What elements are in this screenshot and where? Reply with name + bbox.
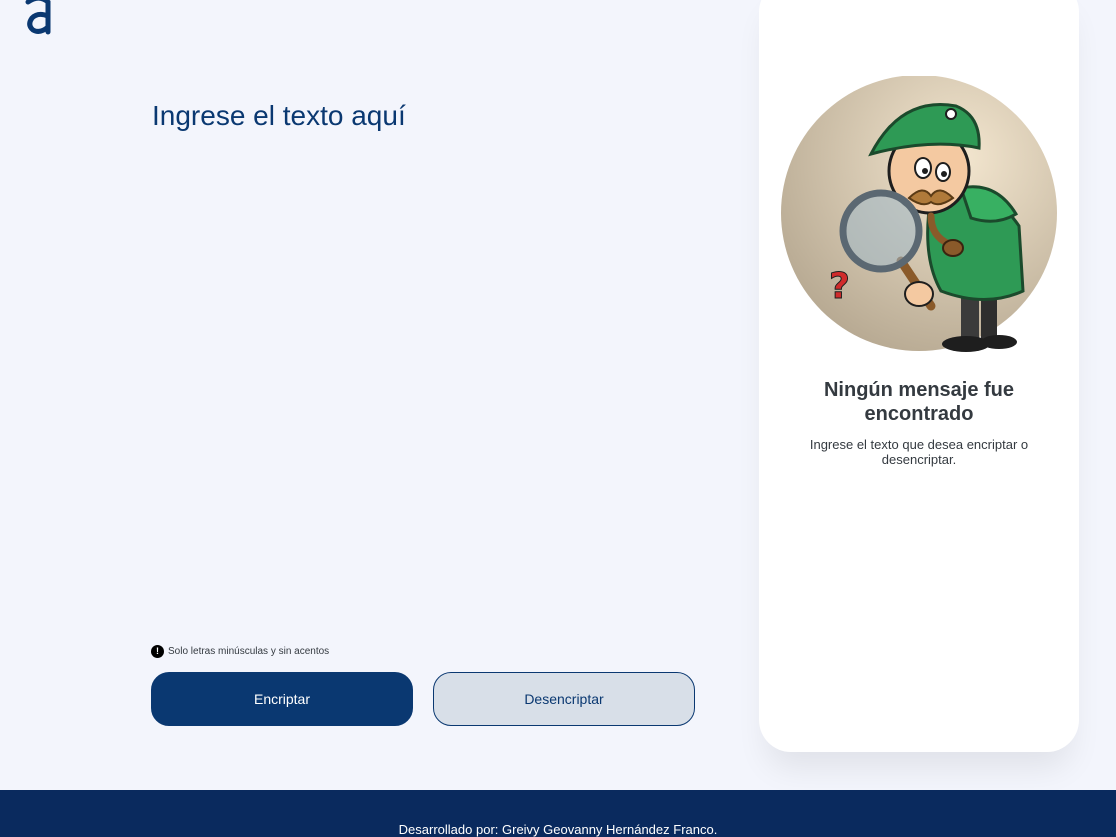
encrypt-button[interactable]: Encriptar — [151, 672, 413, 726]
empty-message-text: Ingrese el texto que desea encriptar o d… — [809, 437, 1029, 467]
output-panel: ? Ningún mensaje fue encontrado Ingrese … — [759, 0, 1079, 752]
decrypt-button[interactable]: Desencriptar — [433, 672, 695, 726]
empty-message-title: Ningún mensaje fue encontrado — [823, 379, 1015, 425]
footer: Desarrollado por: Greivy Geovanny Hernán… — [0, 790, 1116, 837]
alura-logo-icon — [25, 0, 51, 35]
hint-text: Solo letras minúsculas y sin acentos — [168, 646, 330, 657]
footer-credit: Desarrollado por: Greivy Geovanny Hernán… — [398, 822, 718, 837]
detective-illustration: ? — [781, 76, 1057, 352]
input-hint: ! Solo letras minúsculas y sin acentos — [151, 645, 329, 658]
svg-text:?: ? — [829, 266, 850, 307]
text-input[interactable] — [152, 100, 712, 620]
exclamation-circle-icon: ! — [151, 645, 164, 658]
